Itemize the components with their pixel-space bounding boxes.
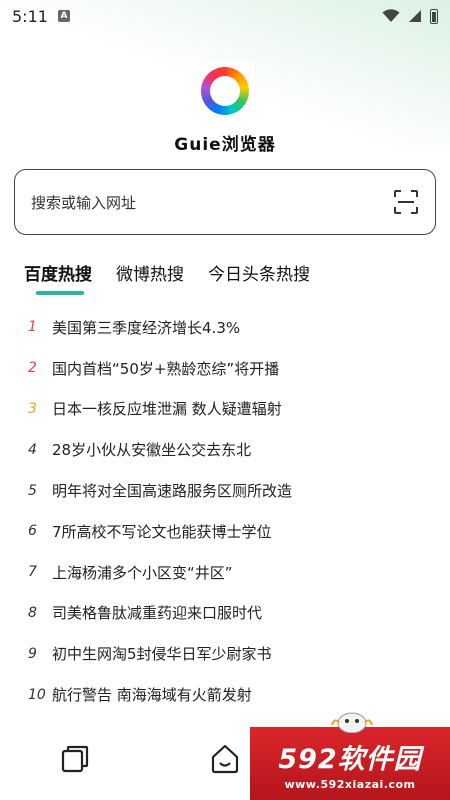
signal-icon <box>409 10 421 22</box>
home-icon <box>211 744 239 774</box>
rank-number: 3 <box>28 400 37 417</box>
rank-number: 8 <box>28 604 37 621</box>
rank-number: 2 <box>28 360 37 377</box>
active-tab-indicator <box>36 291 84 295</box>
list-item-text: 国内首档“50岁+熟龄恋综”将开播 <box>52 359 280 378</box>
status-indicators <box>382 8 438 24</box>
list-item[interactable]: 9 初中生网淘5封侵华日军少尉家书 <box>28 633 438 674</box>
list-item[interactable]: 2 国内首档“50岁+熟龄恋综”将开播 <box>28 348 438 389</box>
scan-icon[interactable] <box>393 189 419 215</box>
list-item[interactable]: 5 明年将对全国高速路服务区厕所改造 <box>28 470 438 511</box>
list-item-text: 司美格鲁肽减重药迎来口服时代 <box>52 604 263 623</box>
app-logo <box>196 62 254 120</box>
list-item-text: 上海杨浦多个小区变“井区” <box>52 563 233 582</box>
color-ring-icon <box>201 67 249 115</box>
tab-baidu-hot[interactable]: 百度热搜 <box>24 260 92 285</box>
list-item-text: 初中生网淘5封侵华日军少尉家书 <box>52 645 272 664</box>
battery-icon <box>430 8 438 24</box>
list-item-text: 28岁小伙从安徽坐公交去东北 <box>52 441 252 460</box>
rank-number: 1 <box>28 319 37 336</box>
watermark-url: www.592xiazai.com <box>284 777 416 791</box>
rank-number: 9 <box>28 645 37 662</box>
rank-number: 4 <box>28 441 37 458</box>
hot-search-tabs: 百度热搜 微博热搜 今日头条热搜 <box>24 260 310 285</box>
watermark-title: 592软件园 <box>278 743 422 775</box>
list-item[interactable]: 6 7所高校不写论文也能获博士学位 <box>28 511 438 552</box>
rank-number: 10 <box>28 686 46 703</box>
tab-weibo-hot[interactable]: 微博热搜 <box>116 260 184 285</box>
list-item[interactable]: 4 28岁小伙从安徽坐公交去东北 <box>28 429 438 470</box>
tabs-icon <box>61 745 89 773</box>
list-item-text: 美国第三季度经济增长4.3% <box>52 318 241 337</box>
rank-number: 5 <box>28 482 37 499</box>
list-item[interactable]: 7 上海杨浦多个小区变“井区” <box>28 552 438 593</box>
rank-number: 6 <box>28 523 37 540</box>
search-input[interactable]: 搜索或输入网址 <box>14 169 436 235</box>
search-placeholder: 搜索或输入网址 <box>31 193 137 212</box>
list-item[interactable]: 3 日本一核反应堆泄漏 数人疑遭辐射 <box>28 389 438 430</box>
list-item-text: 日本一核反应堆泄漏 数人疑遭辐射 <box>52 400 282 419</box>
rank-number: 7 <box>28 564 37 581</box>
notification-icon: A <box>57 10 70 22</box>
app-title: Guie浏览器 <box>174 135 276 155</box>
status-bar: 5:11 A <box>0 0 450 32</box>
tab-toutiao-hot[interactable]: 今日头条热搜 <box>208 260 310 285</box>
list-item[interactable]: 8 司美格鲁肽减重药迎来口服时代 <box>28 593 438 634</box>
list-item[interactable]: 1 美国第三季度经济增长4.3% <box>28 307 438 348</box>
list-item-text: 航行警告 南海海域有火箭发射 <box>52 686 252 705</box>
hot-search-list: 1 美国第三季度经济增长4.3% 2 国内首档“50岁+熟龄恋综”将开播 3 日… <box>28 307 438 715</box>
list-item-text: 明年将对全国高速路服务区厕所改造 <box>52 482 293 501</box>
home-button[interactable] <box>208 742 242 776</box>
status-time: 5:11 <box>12 6 48 26</box>
wifi-icon <box>382 9 400 22</box>
watermark: 592软件园 www.592xiazai.com <box>250 727 450 800</box>
tabs-button[interactable] <box>58 742 92 776</box>
list-item-text: 7所高校不写论文也能获博士学位 <box>52 522 272 541</box>
mascot-icon <box>331 712 373 733</box>
